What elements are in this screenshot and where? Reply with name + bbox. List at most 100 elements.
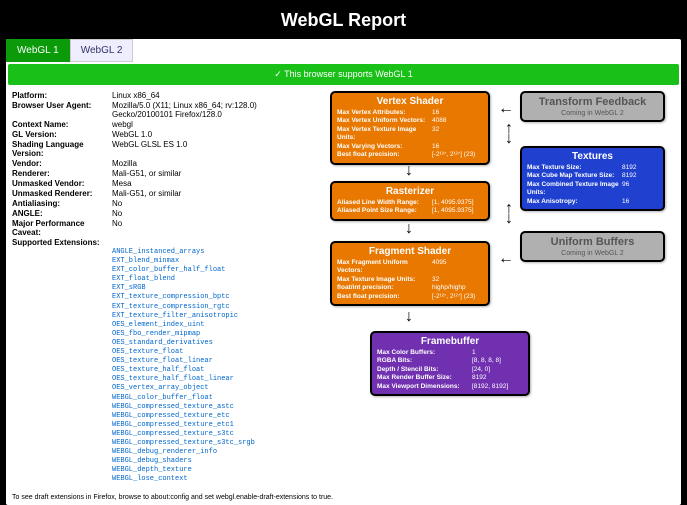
ub-msg: Coming in WebGL 2 [527,250,658,257]
extension-link[interactable]: OES_element_index_uint [112,321,312,330]
ua-value: Mozilla/5.0 (X11; Linux x86_64; rv:128.0… [112,101,312,119]
prop-value: [8, 8, 8, 8] [472,357,523,365]
arrow-icon [498,251,514,267]
prop-row: Aliased Point Size Range:[1, 4095.9375] [337,207,483,215]
prop-key: Max Vertex Uniform Vectors: [337,117,432,125]
extension-link[interactable]: OES_texture_float_linear [112,357,312,366]
extension-link[interactable]: WEBGL_compressed_texture_etc [112,412,312,421]
extension-link[interactable]: ANGLE_instanced_arrays [112,248,312,257]
transform-feedback-box: Transform Feedback Coming in WebGL 2 [520,91,665,122]
prop-value: 32 [432,126,483,143]
prop-value: [-2¹²⁷, 2¹²⁷] (23) [432,151,483,159]
prop-key: float/int precision: [337,284,432,292]
prop-value: 16 [432,143,483,151]
prop-value: 16 [622,198,658,206]
ctx-label: Context Name: [12,120,112,129]
prop-value: [1, 4095.9375] [432,207,483,215]
prop-row: Best float precision:[-2¹²⁷, 2¹²⁷] (23) [337,151,483,159]
urenderer-value: Mali-G51, or similar [112,189,312,198]
raster-title: Rasterizer [337,186,483,197]
pipeline-diagram: Vertex Shader Max Vertex Attributes:16Ma… [320,91,675,484]
prop-key: Best float precision: [337,293,432,301]
extension-link[interactable]: EXT_float_blend [112,275,312,284]
extension-link[interactable]: EXT_texture_compression_bptc [112,293,312,302]
glver-label: GL Version: [12,130,112,139]
extension-link[interactable]: OES_texture_float [112,348,312,357]
extension-link[interactable]: WEBGL_compressed_texture_s3tc_srgb [112,439,312,448]
extension-link[interactable]: WEBGL_debug_renderer_info [112,448,312,457]
prop-row: Max Vertex Attributes:16 [337,109,483,117]
prop-key: Aliased Point Size Range: [337,207,432,215]
platform-value: Linux x86_64 [112,91,312,100]
aa-label: Antialiasing: [12,199,112,208]
extension-link[interactable]: EXT_blend_minmax [112,257,312,266]
prop-value: 8192 [622,172,658,180]
prop-key: Max Cube Map Texture Size: [527,172,622,180]
ua-label: Browser User Agent: [12,101,112,119]
prop-key: Max Vertex Texture Image Units: [337,126,432,143]
textures-title: Textures [527,151,658,162]
main-panel: WebGL 1 WebGL 2 ✓ This browser supports … [6,39,681,505]
prop-key: Max Anisotropy: [527,198,622,206]
extension-link[interactable]: WEBGL_debug_shaders [112,457,312,466]
perf-value: No [112,219,312,237]
prop-row: Depth / Stencil Bits:[24, 0] [377,366,523,374]
extension-link[interactable]: OES_fbo_render_mipmap [112,330,312,339]
extension-link[interactable]: WEBGL_depth_texture [112,466,312,475]
arrow-icon [498,101,514,117]
prop-key: Max Varying Vectors: [337,143,432,151]
prop-row: Aliased Line Width Range:[1, 4095.9375] [337,199,483,207]
perf-label: Major Performance Caveat: [12,219,112,237]
extension-link[interactable]: OES_standard_derivatives [112,339,312,348]
prop-value: [-2¹²⁷, 2¹²⁷] (23) [432,293,483,301]
prop-row: Max Viewport Dimensions:[8192, 8192] [377,383,523,391]
prop-value: 4088 [432,117,483,125]
extension-link[interactable]: OES_texture_half_float_linear [112,375,312,384]
info-panel: Platform:Linux x86_64 Browser User Agent… [12,91,312,484]
glver-value: WebGL 1.0 [112,130,312,139]
extension-link[interactable]: WEBGL_lose_context [112,475,312,484]
prop-key: Best float precision: [337,151,432,159]
renderer-label: Renderer: [12,169,112,178]
prop-value: highp/highp [432,284,483,292]
prop-key: Max Color Buffers: [377,349,472,357]
tf-msg: Coming in WebGL 2 [527,110,658,117]
prop-key: Max Viewport Dimensions: [377,383,472,391]
tabs: WebGL 1 WebGL 2 [6,39,681,62]
prop-value: 32 [432,276,483,284]
extension-link[interactable]: WEBGL_compressed_texture_etc1 [112,421,312,430]
tab-webgl1[interactable]: WebGL 1 [6,39,70,62]
prop-row: Max Vertex Texture Image Units:32 [337,126,483,143]
prop-key: Max Combined Texture Image Units: [527,181,622,198]
extension-link[interactable]: WEBGL_compressed_texture_astc [112,403,312,412]
extension-link[interactable]: WEBGL_color_buffer_float [112,394,312,403]
vertex-shader-box: Vertex Shader Max Vertex Attributes:16Ma… [330,91,490,165]
extensions-list: ANGLE_instanced_arraysEXT_blend_minmaxEX… [112,248,312,484]
tab-webgl2[interactable]: WebGL 2 [70,39,134,62]
extension-link[interactable]: WEBGL_compressed_texture_s3tc [112,430,312,439]
extension-link[interactable]: EXT_sRGB [112,284,312,293]
prop-row: RGBA Bits:[8, 8, 8, 8] [377,357,523,365]
fragment-title: Fragment Shader [337,246,483,257]
aa-value: No [112,199,312,208]
prop-key: Max Fragment Uniform Vectors: [337,259,432,276]
extension-link[interactable]: OES_vertex_array_object [112,384,312,393]
extension-link[interactable]: EXT_texture_compression_rgtc [112,303,312,312]
prop-value: [8192, 8192] [472,383,523,391]
extension-link[interactable]: EXT_color_buffer_half_float [112,266,312,275]
prop-key: Max Texture Size: [527,164,622,172]
tf-title: Transform Feedback [527,96,658,108]
uvendor-label: Unmasked Vendor: [12,179,112,188]
slver-label: Shading Language Version: [12,140,112,158]
prop-row: Max Vertex Uniform Vectors:4088 [337,117,483,125]
prop-row: Max Anisotropy:16 [527,198,658,206]
prop-value: 1 [472,349,523,357]
prop-value: [1, 4095.9375] [432,199,483,207]
extension-link[interactable]: OES_texture_half_float [112,366,312,375]
page-title: WebGL Report [0,0,687,39]
prop-row: Max Render Buffer Size:8192 [377,374,523,382]
prop-value: 4095 [432,259,483,276]
prop-row: Max Color Buffers:1 [377,349,523,357]
vertex-title: Vertex Shader [337,96,483,107]
extension-link[interactable]: EXT_texture_filter_anisotropic [112,312,312,321]
